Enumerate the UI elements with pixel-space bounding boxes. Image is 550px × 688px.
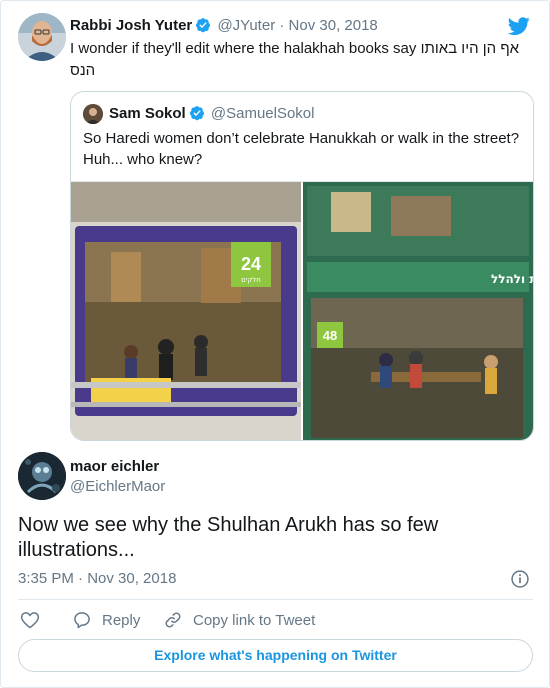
like-button[interactable] <box>20 607 50 633</box>
quoted-tweet[interactable]: Sam Sokol @SamuelSokol So Haredi women d… <box>70 91 534 441</box>
author-avatar[interactable] <box>18 13 66 61</box>
photo-puzzle-box-purple[interactable]: 24 חלקים <box>71 182 301 441</box>
separator-dot: · <box>275 17 289 34</box>
speech-bubble-icon <box>74 612 90 629</box>
reply-timestamp[interactable]: 3:35 PM · Nov 30, 2018 <box>18 569 176 589</box>
verified-badge-icon <box>196 18 211 33</box>
reply-author-handle[interactable]: @EichlerMaor <box>70 477 165 497</box>
link-icon <box>165 612 181 628</box>
puzzle-badge-48: 48 <box>323 328 337 343</box>
author-handle[interactable]: @JYuter <box>217 17 275 34</box>
reply-button[interactable]: Reply <box>72 607 140 633</box>
embedded-tweet-card: Rabbi Josh Yuter @JYuter · Nov 30, 2018 … <box>0 0 550 688</box>
actions-divider <box>18 599 533 600</box>
quoted-tweet-media[interactable]: 24 חלקים פאזל להודות ולהלל <box>71 181 533 441</box>
tweet-text-hebrew-2: הנס <box>70 62 96 79</box>
tweet-text: I wonder if they'll edit where the halak… <box>70 38 525 82</box>
tweet-date[interactable]: Nov 30, 2018 <box>289 17 378 34</box>
copy-link-button[interactable]: Copy link to Tweet <box>163 607 315 633</box>
reply-label: Reply <box>102 611 141 629</box>
quoted-tweet-text: So Haredi women don’t celebrate Hanukkah… <box>83 130 520 168</box>
info-icon[interactable] <box>510 569 530 589</box>
puzzle-badge-24: 24 <box>241 254 261 274</box>
tweet-header: Rabbi Josh Yuter @JYuter · Nov 30, 2018 <box>70 16 378 36</box>
author-name[interactable]: Rabbi Josh Yuter <box>70 17 192 34</box>
tweet-text-hebrew: אף הן היו באותו <box>420 40 520 57</box>
quoted-author-handle: @SamuelSokol <box>210 105 315 122</box>
tweet-text-english: I wonder if they'll edit where the halak… <box>70 40 417 57</box>
quoted-author-name: Sam Sokol <box>109 105 186 122</box>
photo-puzzle-box-green[interactable]: פאזל להודות ולהלל 48 <box>303 182 533 441</box>
explore-twitter-button[interactable]: Explore what's happening on Twitter <box>18 639 533 672</box>
reply-author-name[interactable]: maor eichler <box>70 457 159 477</box>
reply-author-avatar[interactable] <box>18 452 66 500</box>
verified-badge-icon <box>189 106 204 121</box>
puzzle-badge-24-caption: חלקים <box>241 276 261 284</box>
heart-icon <box>20 612 40 629</box>
quoted-author-avatar <box>83 104 103 124</box>
copy-link-label: Copy link to Tweet <box>193 611 316 629</box>
puzzle-box-title: פאזל להודות ולהלל <box>491 272 533 286</box>
twitter-bird-icon[interactable] <box>507 15 531 37</box>
quoted-tweet-header: Sam Sokol @SamuelSokol <box>109 104 314 124</box>
reply-text: Now we see why the Shulhan Arukh has so … <box>18 514 439 561</box>
